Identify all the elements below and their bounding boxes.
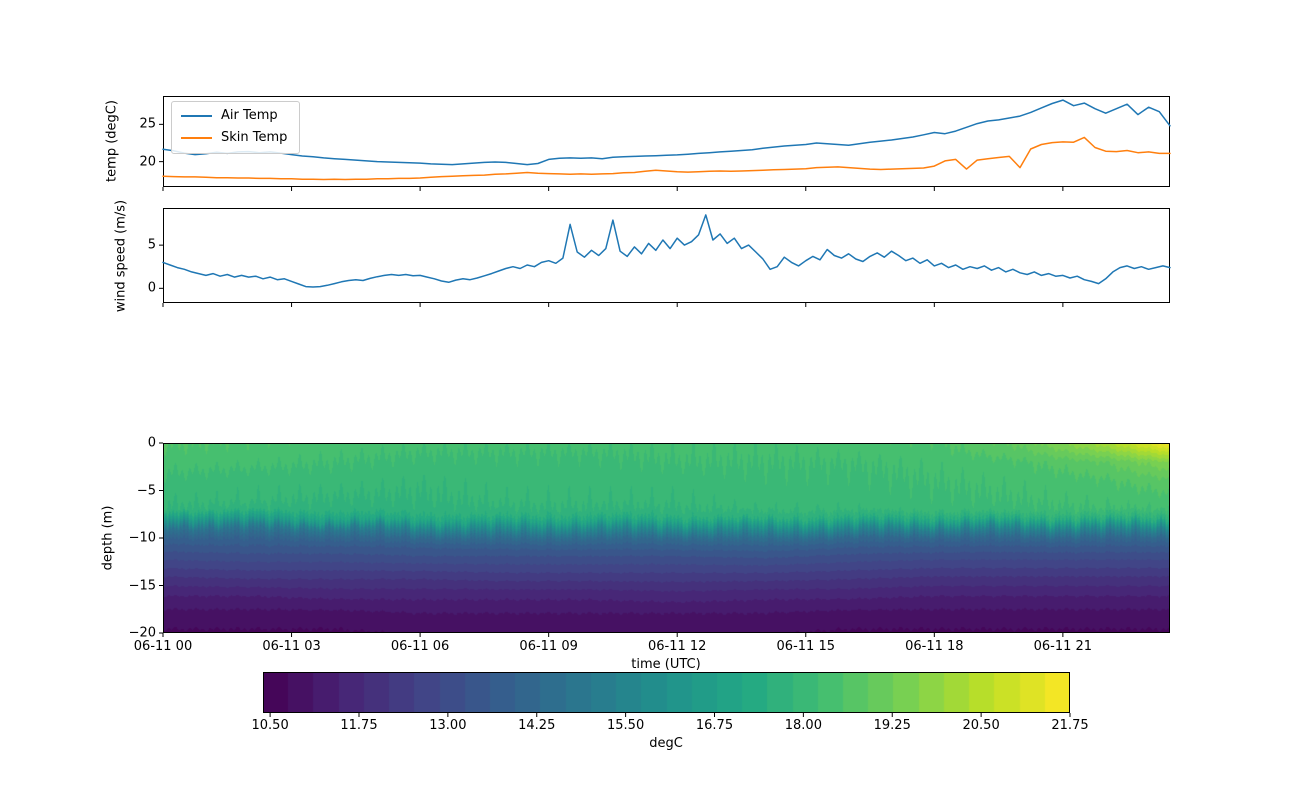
plot3-ytick-label: −20 bbox=[129, 627, 156, 640]
time-xtick-label: 06-11 15 bbox=[777, 640, 835, 653]
plot1-spine bbox=[164, 97, 1170, 187]
skin-temp-line-swatch bbox=[181, 137, 212, 139]
plot2-spine bbox=[164, 209, 1170, 303]
colorbar-tick-label: 10.50 bbox=[252, 719, 289, 732]
temp-axis-ylabel: temp (degC) bbox=[106, 100, 119, 182]
figure: Air Temp Skin Temp temp (degC) wind spee… bbox=[0, 0, 1300, 800]
legend-entry-skin-temp: Skin Temp bbox=[181, 131, 287, 145]
heatmap-canvas bbox=[163, 443, 1170, 633]
plot2-ytick-label: 5 bbox=[148, 239, 156, 252]
plot3-ytick-label: −5 bbox=[137, 484, 156, 497]
colorbar-tick-label: 15.50 bbox=[607, 719, 644, 732]
time-xtick-label: 06-11 21 bbox=[1034, 640, 1092, 653]
air-temp-line bbox=[163, 100, 1170, 165]
time-xtick-label: 06-11 06 bbox=[391, 640, 449, 653]
colorbar-tick-label: 16.75 bbox=[696, 719, 733, 732]
colorbar-tick-label: 21.75 bbox=[1051, 719, 1088, 732]
plot2-ytick-label: 0 bbox=[148, 282, 156, 295]
plot3-ytick-label: −10 bbox=[129, 532, 156, 545]
colorbar-tick-label: 11.75 bbox=[340, 719, 377, 732]
colorbar-canvas bbox=[263, 672, 1070, 713]
colorbar-tick-label: 14.25 bbox=[518, 719, 555, 732]
plot1-ytick-label: 20 bbox=[139, 155, 156, 168]
skin-temp-line bbox=[163, 137, 1170, 179]
time-xtick-label: 06-11 09 bbox=[519, 640, 577, 653]
depth-axis-ylabel: depth (m) bbox=[102, 506, 115, 571]
time-xtick-label: 06-11 00 bbox=[134, 640, 192, 653]
plot3-ytick-label: −15 bbox=[129, 579, 156, 592]
time-xtick-label: 06-11 18 bbox=[905, 640, 963, 653]
colorbar-tick-label: 18.00 bbox=[785, 719, 822, 732]
legend-box: Air Temp Skin Temp bbox=[171, 101, 300, 154]
plot1-ytick-label: 25 bbox=[139, 118, 156, 131]
colorbar-tick-label: 13.00 bbox=[429, 719, 466, 732]
colorbar-tick-label: 20.50 bbox=[963, 719, 1000, 732]
time-xtick-label: 06-11 03 bbox=[262, 640, 320, 653]
wind-speed-line bbox=[163, 215, 1170, 287]
air-temp-line-swatch bbox=[181, 115, 212, 117]
colorbar-tick-label: 19.25 bbox=[874, 719, 911, 732]
skin-temp-legend-label: Skin Temp bbox=[221, 131, 287, 145]
wind-axis-ylabel: wind speed (m/s) bbox=[115, 200, 128, 312]
colorbar-label: degC bbox=[649, 737, 683, 750]
legend-entry-air-temp: Air Temp bbox=[181, 109, 287, 123]
time-axis-xlabel: time (UTC) bbox=[631, 658, 700, 671]
plot3-ytick-label: 0 bbox=[148, 437, 156, 450]
time-xtick-label: 06-11 12 bbox=[648, 640, 706, 653]
air-temp-legend-label: Air Temp bbox=[221, 109, 278, 123]
